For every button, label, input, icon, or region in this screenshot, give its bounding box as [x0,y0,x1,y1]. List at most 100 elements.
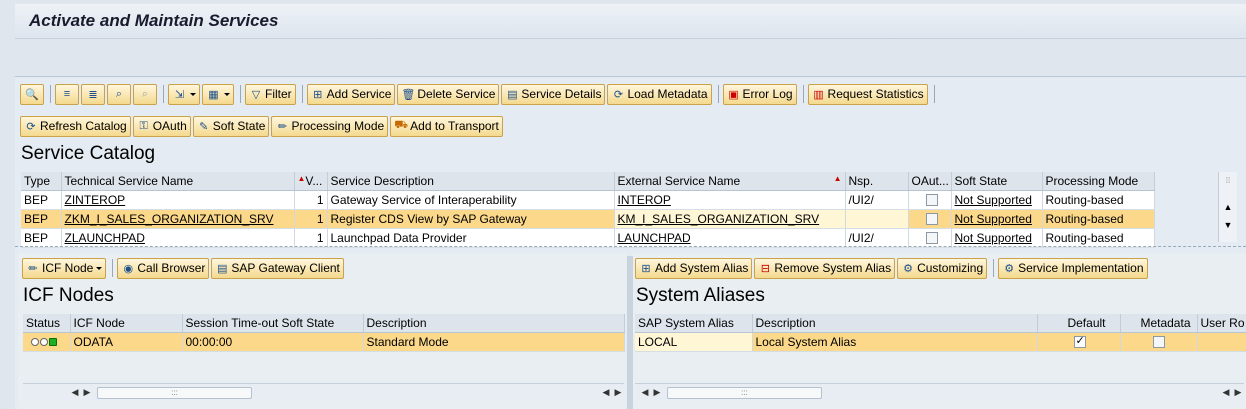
delete-service-button[interactable]: 🗑 Delete Service [397,83,500,105]
cell-external-name[interactable]: LAUNCHPAD [614,228,846,248]
column-header-user-role[interactable]: User Ro [1197,314,1246,333]
external-name-link[interactable]: KM_I_SALES_ORGANIZATION_SRV [618,212,820,226]
details-button[interactable]: 🔍 [20,83,44,105]
soft-state-link[interactable]: Not Supported [955,212,1032,226]
call-browser-button[interactable]: ◉ Call Browser [117,257,210,279]
add-service-button[interactable]: ⊞ Add Service [306,83,396,105]
scroll-thumb[interactable]: ::: [667,386,822,399]
soft-state-link[interactable]: Not Supported [955,231,1032,245]
icf-node-button[interactable]: ✏ ICF Node [22,257,107,279]
technical-name-link[interactable]: ZINTEROP [65,193,126,207]
column-header-processing-mode[interactable]: Processing Mode [1042,172,1155,191]
column-header-description[interactable]: Description [363,314,625,333]
column-header-type[interactable]: Type [21,172,62,191]
binoculars-icon: ⌕ [115,87,123,100]
scroll-left-icon[interactable]: ◀ [69,387,81,398]
add-to-transport-label: Add to Transport [410,119,499,133]
oauth-checkbox[interactable] [925,213,938,226]
soft-state-button[interactable]: ✎ Soft State [192,115,270,137]
column-header-soft-state[interactable]: Soft State [951,172,1043,191]
cell-technical-name[interactable]: ZKM_I_SALES_ORGANIZATION_SRV [61,209,295,229]
export-button[interactable]: ⇲ [168,83,200,105]
scroll-right-icon[interactable]: ▶ [612,387,624,398]
scroll-right-icon[interactable]: ▶ [651,387,663,398]
remove-system-alias-button[interactable]: ⊟ Remove System Alias [754,257,896,279]
scroll-up-icon[interactable]: ▲ [1219,190,1237,212]
service-details-button[interactable]: ▤ Service Details [501,83,606,105]
call-browser-label: Call Browser [137,261,206,275]
external-name-link[interactable]: LAUNCHPAD [618,231,691,245]
export-icon: ⇲ [174,88,185,101]
sort-descending-button[interactable]: ≣ [81,83,105,105]
cell-external-name[interactable]: KM_I_SALES_ORGANIZATION_SRV [614,209,846,229]
table-row[interactable]: BEP ZINTEROP 1 Gateway Service of Intera… [21,190,1155,210]
table-row[interactable]: ODATA 00:00:00 Standard Mode [23,332,625,352]
filter-button[interactable]: ▽ Filter [245,83,296,105]
table-row[interactable]: LOCAL Local System Alias [635,332,1246,352]
add-to-transport-button[interactable]: ⛟ Add to Transport [390,115,503,137]
layout-button[interactable]: ▦ [202,83,234,105]
sort-ascending-button[interactable]: ≡ [55,83,79,105]
processing-mode-button[interactable]: ✏ Processing Mode [271,115,389,137]
key-icon: ⚿ [139,119,148,132]
column-header-default[interactable]: Default [1037,314,1121,333]
oauth-button[interactable]: ⚿ OAuth [132,115,191,137]
technical-name-link[interactable]: ZLAUNCHPAD [65,231,145,245]
table-row[interactable]: BEP ZKM_I_SALES_ORGANIZATION_SRV 1 Regis… [21,209,1155,229]
gateway-client-label: SAP Gateway Client [231,261,340,275]
icf-horizontal-scrollbar[interactable]: ◀ ▶ ::: ◀ ▶ [23,383,624,401]
cell-soft-state[interactable]: Not Supported [951,228,1043,248]
scroll-left-icon[interactable]: ◀ [600,387,612,398]
magnifier-icon: 🔍 [25,88,39,101]
column-header-external-name[interactable]: External Service Name ▲ [614,172,846,191]
refresh-catalog-label: Refresh Catalog [40,119,127,133]
cell-technical-name[interactable]: ZINTEROP [61,190,295,210]
cell-technical-name[interactable]: ZLAUNCHPAD [61,228,295,248]
column-header-version[interactable]: ▲V... [294,172,328,191]
splitter[interactable] [15,246,1246,250]
load-metadata-button[interactable]: ⟳ Load Metadata [607,83,712,105]
aliases-horizontal-scrollbar[interactable]: ◀ ▶ ::: ◀ ▶ [635,383,1244,401]
scroll-down-icon[interactable]: ▼ [1219,208,1237,230]
customizing-button[interactable]: ⚙ Customizing [897,257,988,279]
find-button[interactable]: ⌕ [107,83,131,105]
oauth-checkbox[interactable] [925,232,938,245]
cell-soft-state[interactable]: Not Supported [951,190,1043,210]
oauth-checkbox[interactable] [925,194,938,207]
column-header-alias[interactable]: SAP System Alias [635,314,753,333]
column-header-oauth[interactable]: OAut... [908,172,952,191]
cell-external-name[interactable]: INTEROP [614,190,846,210]
metadata-checkbox[interactable] [1152,336,1165,349]
separator [163,85,164,103]
table-row[interactable]: BEP ZLAUNCHPAD 1 Launchpad Data Provider… [21,228,1155,248]
column-header-description[interactable]: Description [752,314,1038,333]
scroll-right-icon[interactable]: ▶ [1232,387,1244,398]
service-implementation-button[interactable]: ⚙ Service Implementation [998,257,1148,279]
column-header-status[interactable]: Status [23,314,71,333]
request-statistics-button[interactable]: ▥ Request Statistics [807,83,928,105]
table-header-row: Status ICF Node Session Time-out Soft St… [23,314,625,333]
scroll-left-icon[interactable]: ◀ [639,387,651,398]
cell-soft-state[interactable]: Not Supported [951,209,1043,229]
column-header-technical-name[interactable]: Technical Service Name [61,172,295,191]
error-log-button[interactable]: ▣ Error Log [722,83,797,105]
default-checkbox[interactable] [1073,334,1086,349]
external-name-link[interactable]: INTEROP [618,193,671,207]
column-header-timeout[interactable]: Session Time-out Soft State [182,314,364,333]
find-next-button[interactable]: ⌕ [133,83,157,105]
scroll-left-icon[interactable]: ◀ [1220,387,1232,398]
column-header-namespace[interactable]: Nsp. [845,172,909,191]
find-next-icon: ⌕ [141,87,149,100]
gateway-client-button[interactable]: ▤ SAP Gateway Client [211,257,344,279]
scroll-thumb[interactable]: ::: [97,386,252,399]
technical-name-link[interactable]: ZKM_I_SALES_ORGANIZATION_SRV [65,212,274,226]
catalog-vertical-scrollbar[interactable]: ⁞⁞ ▲ ▼ [1218,172,1237,242]
scroll-right-icon[interactable]: ▶ [81,387,93,398]
column-header-metadata[interactable]: Metadata [1120,314,1198,333]
add-system-alias-button[interactable]: ⊞ Add System Alias [635,257,753,279]
column-header-icf-node[interactable]: ICF Node [70,314,183,333]
column-header-version-label: V... [305,173,323,188]
column-header-description[interactable]: Service Description [327,172,615,191]
soft-state-link[interactable]: Not Supported [955,193,1032,207]
refresh-catalog-button[interactable]: ⟳ Refresh Catalog [20,115,131,137]
